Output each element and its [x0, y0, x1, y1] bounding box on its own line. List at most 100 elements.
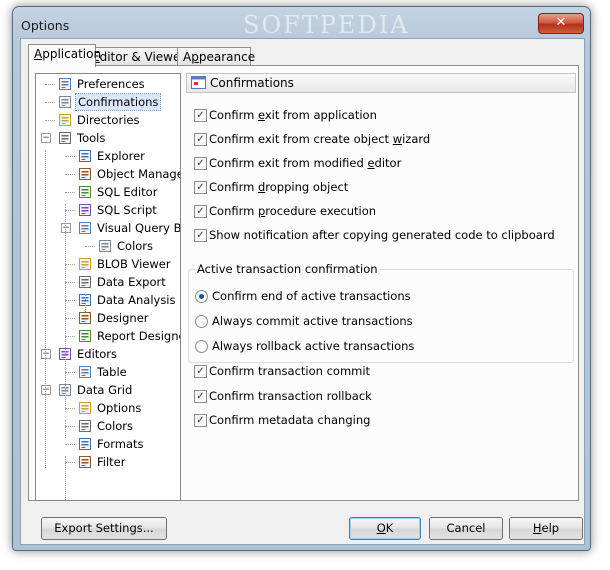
radio-label: Confirm end of active transactions: [212, 289, 411, 303]
tree-connector: [65, 210, 75, 211]
tree-item-colors[interactable]: Colors: [36, 417, 180, 435]
tree-item-label: Directories: [77, 113, 140, 127]
help-button[interactable]: Help: [509, 517, 583, 540]
label-text: Confirm: [209, 180, 258, 194]
tree-guide-line: [65, 456, 66, 500]
tree-item-formats[interactable]: Formats: [36, 435, 180, 453]
tree-connector: [65, 264, 75, 265]
tree-connector: [65, 192, 75, 193]
section-header: Confirmations: [186, 73, 576, 93]
tree-item-designer[interactable]: Designer: [36, 309, 180, 327]
application-tab-panel: Preferences Confirmations Directories − Tool…: [28, 65, 579, 501]
collapse-icon[interactable]: −: [41, 133, 51, 143]
radio-indicator: [195, 315, 208, 328]
label-text: Confirm exit from modified: [209, 156, 368, 170]
tree-item-filter[interactable]: Filter: [36, 453, 180, 471]
options-dialog: Options SOFTPEDIA ✕ Application Editor &…: [12, 6, 591, 551]
checkbox-label: Confirm exit from modified editor: [209, 155, 401, 171]
tree-item-label: Formats: [97, 437, 144, 451]
section-title: Confirmations: [210, 76, 294, 90]
title-bar[interactable]: Options SOFTPEDIA ✕: [13, 7, 590, 39]
label-text: rocedure execution: [265, 204, 377, 218]
tree-item-object-manager[interactable]: Object Manager: [36, 165, 180, 183]
tree-item-label: Object Manager: [97, 167, 181, 181]
tree-item-directories[interactable]: Directories: [36, 111, 180, 129]
tree-item-editors[interactable]: − Editors: [36, 345, 180, 363]
tab-label-post: pplication: [42, 47, 102, 61]
close-button[interactable]: ✕: [538, 13, 584, 34]
tree-item-label: SQL Script: [97, 203, 157, 217]
tree-item-options[interactable]: Options: [36, 399, 180, 417]
label-accesskey: e: [367, 156, 375, 170]
tree-guide-line: [45, 150, 46, 468]
tree-item-visual-query-builder[interactable]: − Visual Query Builder: [36, 219, 180, 237]
options-icon: [79, 402, 91, 414]
tree-guide-line: [65, 420, 66, 438]
data-export-icon: [79, 276, 91, 288]
tree-item-label: Designer: [97, 311, 149, 325]
label-accesskey: w: [392, 132, 403, 146]
tree-guide-line: [85, 294, 86, 312]
tools-icon: [59, 132, 71, 144]
checkbox-indicator: ✓: [194, 389, 207, 403]
tree-connector: [65, 372, 75, 373]
export-settings-button[interactable]: Export Settings...: [41, 517, 167, 540]
label-text: Confirm metadata changing: [209, 413, 371, 427]
tree-connector: [85, 246, 95, 247]
help-key: H: [532, 521, 542, 535]
tab-label-post: pearance: [198, 50, 256, 64]
ok-button[interactable]: OK: [349, 517, 421, 540]
tree-item-label: SQL Editor: [97, 185, 158, 199]
collapse-icon[interactable]: −: [41, 349, 51, 359]
tree-item-explorer[interactable]: Explorer: [36, 147, 180, 165]
close-icon: ✕: [555, 15, 567, 30]
tree-connector: [65, 282, 75, 283]
checkbox-label: Confirm exit from application: [209, 107, 377, 123]
tab-appearance[interactable]: Appearance: [177, 47, 255, 66]
tree-item-data-grid[interactable]: − Data Grid: [36, 381, 180, 399]
tree-item-data-export[interactable]: Data Export: [36, 273, 180, 291]
label-text: izard: [402, 132, 431, 146]
confirmations-page: Confirmations ✓ Confirm exit from applica…: [186, 73, 576, 493]
tree-item-data-analysis[interactable]: Data Analysis: [36, 291, 180, 309]
ok-label: K: [385, 521, 394, 535]
tree-item-label: BLOB Viewer: [97, 257, 171, 271]
tree-connector: [45, 102, 55, 103]
window-title: Options: [21, 18, 70, 33]
tree-item-label: Data Analysis: [97, 293, 176, 307]
tree-item-preferences[interactable]: Preferences: [36, 75, 180, 93]
tree-item-report-designer[interactable]: Report Designer: [36, 327, 180, 345]
radio-indicator: [195, 290, 208, 303]
collapse-icon[interactable]: −: [61, 223, 71, 233]
confirmations-icon: [59, 96, 71, 108]
sql-script-icon: [79, 204, 91, 216]
label-text: Confirm: [209, 204, 258, 218]
tree-item-blob-viewer[interactable]: BLOB Viewer: [36, 255, 180, 273]
tree-item-label: Explorer: [97, 149, 145, 163]
label-text: Show notification after copying generate…: [209, 228, 555, 242]
tree-item-confirmations[interactable]: Confirmations: [36, 93, 180, 111]
report-designer-icon: [79, 330, 91, 342]
tree-item-label: Table: [97, 365, 127, 379]
tree-item-tools[interactable]: − Tools: [36, 129, 180, 147]
tree-item-label: Editors: [77, 347, 118, 361]
directories-icon: [59, 114, 71, 126]
tree-item-table[interactable]: Table: [36, 363, 180, 381]
collapse-icon[interactable]: −: [41, 385, 51, 395]
checkbox-indicator: ✓: [194, 205, 207, 218]
tree-item-sql-editor[interactable]: SQL Editor: [36, 183, 180, 201]
sql-editor-icon: [79, 186, 91, 198]
label-text: Confirm: [209, 108, 258, 122]
tab-application[interactable]: Application: [28, 44, 101, 67]
table-icon: [79, 366, 91, 378]
tree-item-label: Colors: [117, 239, 154, 253]
cancel-button[interactable]: Cancel: [429, 517, 503, 540]
checkbox-label: Confirm transaction rollback: [209, 388, 372, 404]
tree-item-label: Report Designer: [97, 329, 181, 343]
options-tree[interactable]: Preferences Confirmations Directories − Tool…: [35, 73, 181, 501]
formats-icon: [79, 438, 91, 450]
tree-connector: [45, 120, 55, 121]
tree-item-sql-script[interactable]: SQL Script: [36, 201, 180, 219]
tree-item-colors[interactable]: Colors: [36, 237, 180, 255]
label-accesskey: e: [257, 108, 265, 122]
